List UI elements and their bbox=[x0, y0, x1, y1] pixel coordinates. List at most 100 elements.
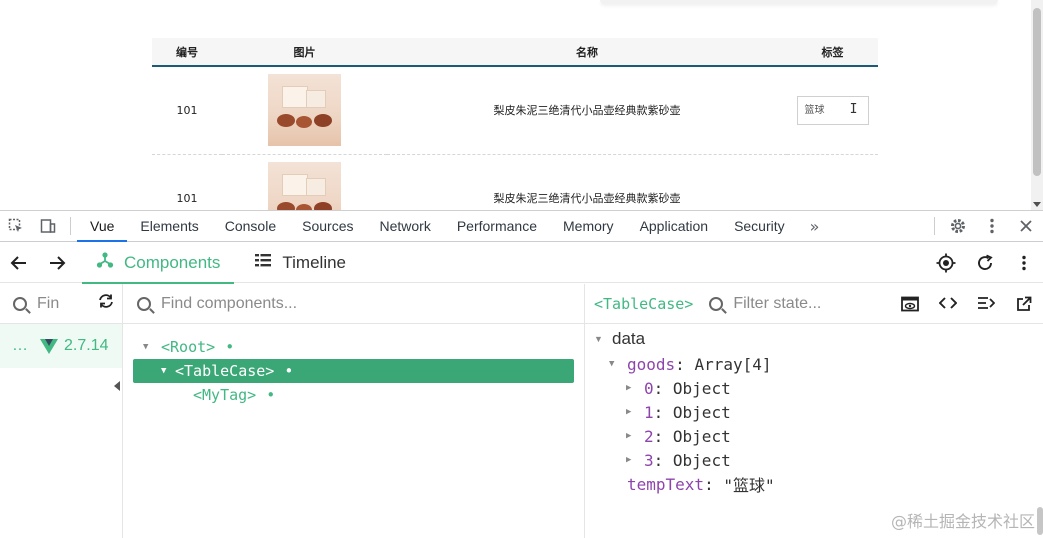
state-key: 0 bbox=[644, 378, 654, 398]
vue-tab-timeline[interactable]: Timeline bbox=[240, 243, 360, 283]
tree-node-dot: • bbox=[225, 338, 235, 356]
devtools-scrollbar[interactable] bbox=[1037, 507, 1043, 535]
app-name-truncated: … bbox=[12, 337, 28, 354]
refresh-icon[interactable] bbox=[965, 254, 1004, 272]
state-tree: ▼ data ▼ goods: Array[4] ▶ 0: Object ▶ 1… bbox=[585, 324, 1043, 496]
tab-memory[interactable]: Memory bbox=[550, 211, 627, 242]
refresh-apps-icon[interactable] bbox=[97, 293, 115, 314]
vue-logo-icon bbox=[40, 338, 58, 354]
tab-separator bbox=[934, 217, 935, 235]
code-icon[interactable] bbox=[929, 296, 967, 312]
tab-console[interactable]: Console bbox=[212, 211, 289, 242]
state-value: "篮球" bbox=[723, 476, 775, 495]
close-icon[interactable] bbox=[1009, 211, 1043, 242]
open-in-editor-icon[interactable] bbox=[1005, 296, 1043, 312]
cell-name: 梨皮朱泥三绝清代小品壶经典款紫砂壶 bbox=[387, 154, 787, 210]
component-search-placeholder: Find components... bbox=[161, 294, 298, 312]
app-item[interactable]: … 2.7.14 bbox=[0, 324, 122, 368]
scroll-to-component-icon[interactable] bbox=[967, 296, 1005, 312]
product-image bbox=[268, 74, 341, 147]
search-icon bbox=[13, 296, 27, 311]
select-component-target-icon[interactable] bbox=[926, 253, 965, 273]
state-row-item[interactable]: ▶ 0: Object bbox=[585, 376, 1043, 400]
state-value: Object bbox=[672, 426, 731, 446]
state-key: tempText bbox=[627, 474, 705, 494]
header-tag: 标签 bbox=[787, 38, 878, 67]
state-header: <TableCase> Filter state... bbox=[585, 284, 1043, 324]
tab-performance[interactable]: Performance bbox=[444, 211, 550, 242]
cell-name: 梨皮朱泥三绝清代小品壶经典款紫砂壶 bbox=[387, 66, 787, 155]
state-value: Object bbox=[672, 450, 731, 470]
search-icon bbox=[709, 296, 724, 311]
tag-input-value: 篮球 bbox=[804, 104, 825, 116]
state-value: Object bbox=[672, 378, 731, 398]
inspect-dom-icon[interactable] bbox=[891, 296, 929, 312]
collapsed-triangle-icon[interactable]: ▶ bbox=[626, 431, 638, 441]
tree-node-tablecase[interactable]: ▼ <TableCase> • bbox=[133, 359, 574, 383]
vue-kebab-menu-icon[interactable] bbox=[1004, 255, 1043, 271]
page-scrollbar[interactable] bbox=[1031, 0, 1043, 210]
tab-elements[interactable]: Elements bbox=[127, 211, 211, 242]
scroll-down-arrow-icon[interactable] bbox=[1033, 202, 1041, 207]
filter-state-input[interactable]: Filter state... bbox=[733, 295, 821, 313]
collapsed-triangle-icon[interactable]: ▶ bbox=[626, 407, 638, 417]
tab-vue[interactable]: Vue bbox=[77, 211, 128, 242]
expand-triangle-icon[interactable]: ▼ bbox=[609, 359, 621, 369]
table-row: 101 梨皮朱泥三绝清代小品壶经典款紫砂壶 bbox=[152, 154, 878, 210]
tab-security[interactable]: Security bbox=[721, 211, 798, 242]
collapse-pane-arrow-icon[interactable] bbox=[114, 381, 120, 391]
tree-node-root[interactable]: ▼ <Root> • bbox=[123, 335, 584, 359]
state-section-data[interactable]: ▼ data bbox=[585, 326, 1043, 352]
tab-network[interactable]: Network bbox=[366, 211, 443, 242]
tab-application[interactable]: Application bbox=[627, 211, 722, 242]
expand-triangle-icon[interactable]: ▼ bbox=[594, 334, 606, 344]
state-section-label: data bbox=[612, 329, 646, 348]
component-search-bar[interactable]: Find components... bbox=[123, 284, 584, 324]
state-value: Object bbox=[672, 402, 731, 422]
state-actions bbox=[891, 296, 1043, 312]
state-row-item[interactable]: ▶ 3: Object bbox=[585, 448, 1043, 472]
tree-node-dot: • bbox=[266, 386, 276, 404]
settings-gear-icon[interactable] bbox=[941, 211, 975, 242]
tag-input[interactable]: 篮球 I bbox=[796, 95, 869, 125]
component-tree: ▼ <Root> • ▼ <TableCase> • <MyTag> • bbox=[123, 324, 584, 407]
watermark: @稀土掘金技术社区 bbox=[890, 512, 1035, 531]
timeline-icon bbox=[254, 252, 272, 273]
state-key: goods bbox=[627, 354, 676, 374]
tree-node-label: <MyTag> bbox=[193, 386, 257, 404]
collapsed-triangle-icon[interactable]: ▶ bbox=[626, 383, 638, 393]
state-row-goods[interactable]: ▼ goods: Array[4] bbox=[585, 352, 1043, 376]
selected-component-name: <TableCase> bbox=[594, 294, 694, 313]
device-toolbar-icon[interactable] bbox=[32, 211, 64, 242]
tree-node-label: <TableCase> bbox=[175, 362, 275, 380]
apps-search-bar[interactable]: Fin bbox=[0, 284, 122, 324]
cell-image bbox=[222, 154, 387, 210]
vue-tab-components[interactable]: Components bbox=[82, 243, 235, 284]
tree-node-mytag[interactable]: <MyTag> • bbox=[123, 383, 584, 407]
table-header-row: 编号 图片 名称 标签 bbox=[152, 38, 878, 67]
collapsed-triangle-icon[interactable]: ▶ bbox=[626, 455, 638, 465]
devtools-right-controls bbox=[928, 211, 1043, 242]
kebab-menu-icon[interactable] bbox=[975, 211, 1009, 242]
back-arrow-icon[interactable] bbox=[0, 243, 38, 283]
vue-tab-timeline-label: Timeline bbox=[282, 252, 346, 272]
forward-arrow-icon[interactable] bbox=[38, 243, 76, 283]
state-row-temptext[interactable]: tempText: "篮球" bbox=[585, 472, 1043, 496]
state-row-item[interactable]: ▶ 1: Object bbox=[585, 400, 1043, 424]
app-version: 2.7.14 bbox=[64, 337, 109, 354]
product-image bbox=[268, 162, 341, 210]
state-row-item[interactable]: ▶ 2: Object bbox=[585, 424, 1043, 448]
apps-search-placeholder: Fin bbox=[37, 294, 60, 312]
header-image: 图片 bbox=[222, 38, 387, 67]
component-tree-pane: Find components... ▼ <Root> • ▼ <TableCa… bbox=[123, 284, 585, 538]
vue-tab-components-label: Components bbox=[124, 252, 221, 272]
inspect-element-icon[interactable] bbox=[0, 211, 32, 242]
page-scrollbar-thumb[interactable] bbox=[1033, 8, 1041, 176]
state-value: Array[4] bbox=[694, 354, 772, 374]
more-tabs-icon[interactable]: » bbox=[798, 217, 832, 236]
expand-triangle-icon[interactable]: ▼ bbox=[161, 366, 173, 376]
tab-sources[interactable]: Sources bbox=[289, 211, 366, 242]
expand-triangle-icon[interactable]: ▼ bbox=[143, 342, 155, 352]
state-key: 3 bbox=[644, 450, 654, 470]
header-id: 编号 bbox=[152, 38, 222, 67]
